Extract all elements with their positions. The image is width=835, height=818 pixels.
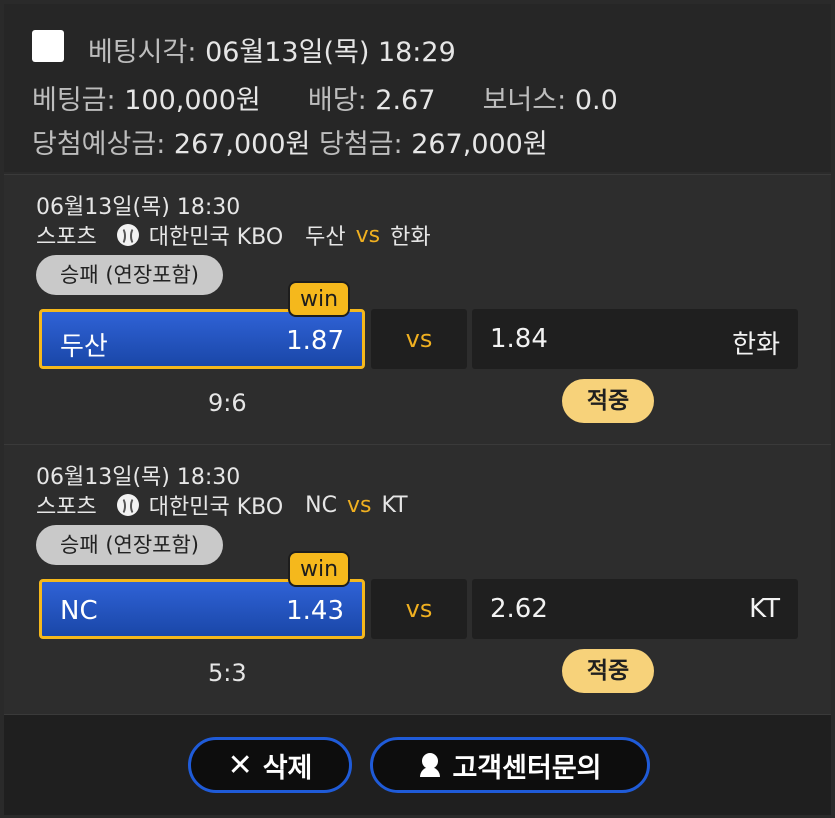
match-datetime: 06월13일(목) 18:30 bbox=[36, 195, 241, 220]
match-score: 9:6 bbox=[208, 389, 247, 417]
support-label: 고객센터문의 bbox=[452, 752, 602, 784]
bonus-label: 보너스: bbox=[482, 85, 567, 116]
away-pick-button[interactable]: 1.84 한화 bbox=[472, 309, 798, 369]
home-team-label: 두산 bbox=[305, 225, 346, 250]
league-label: 대한민국 KBO bbox=[148, 225, 284, 250]
away-odds: 1.84 bbox=[490, 324, 548, 354]
win-badge: win bbox=[288, 281, 350, 317]
result-badge: 적중 bbox=[562, 649, 654, 693]
stake-row: 베팅금: 100,000원 배당: 2.67 보너스: 0.0 bbox=[32, 78, 618, 117]
match-datetime: 06월13일(목) 18:30 bbox=[36, 465, 241, 490]
bet-time-label: 베팅시각: bbox=[88, 37, 197, 68]
win-badge: win bbox=[288, 551, 350, 587]
home-team-name: 두산 bbox=[60, 332, 108, 362]
won-label: 당첨금: bbox=[318, 129, 403, 160]
close-icon: ✕ bbox=[227, 747, 253, 783]
vs-label: vs bbox=[346, 492, 372, 518]
match-card: 06월13일(목) 18:30 스포츠 대한민국 KBO NC vs KT 승패… bbox=[4, 444, 831, 717]
market-badge: 승패 (연장포함) bbox=[36, 255, 223, 295]
odds-label: 배당: bbox=[307, 85, 367, 116]
select-checkbox[interactable] bbox=[32, 30, 64, 62]
bet-slip: 베팅시각: 06월13일(목) 18:29 베팅금: 100,000원 배당: … bbox=[4, 4, 831, 815]
match-score: 5:3 bbox=[208, 659, 247, 687]
odds-value: 2.67 bbox=[375, 85, 436, 116]
bet-time-value: 06월13일(목) 18:29 bbox=[205, 37, 456, 68]
home-odds: 1.87 bbox=[286, 326, 344, 356]
vs-box: vs bbox=[371, 309, 467, 369]
sport-label: 스포츠 bbox=[36, 225, 97, 250]
delete-button[interactable]: ✕ 삭제 bbox=[188, 737, 352, 793]
away-team-label: 한화 bbox=[390, 225, 431, 250]
vs-box: vs bbox=[371, 579, 467, 639]
stake-value: 100,000원 bbox=[124, 85, 261, 116]
home-pick-button[interactable]: 두산 1.87 bbox=[39, 309, 365, 369]
away-pick-button[interactable]: 2.62 KT bbox=[472, 579, 798, 639]
market-badge: 승패 (연장포함) bbox=[36, 525, 223, 565]
won-value: 267,000원 bbox=[411, 129, 548, 160]
delete-label: 삭제 bbox=[262, 752, 313, 784]
home-team-label: NC bbox=[305, 492, 337, 518]
action-bar: ✕ 삭제 고객센터문의 bbox=[4, 714, 831, 815]
home-odds: 1.43 bbox=[286, 596, 344, 626]
result-badge: 적중 bbox=[562, 379, 654, 423]
bet-summary: 베팅시각: 06월13일(목) 18:29 베팅금: 100,000원 배당: … bbox=[4, 4, 831, 172]
expected-label: 당첨예상금: bbox=[32, 129, 166, 160]
baseball-icon bbox=[116, 494, 139, 516]
league-label: 대한민국 KBO bbox=[148, 495, 284, 520]
customer-support-button[interactable]: 고객센터문의 bbox=[370, 737, 650, 793]
payout-row: 당첨예상금: 267,000원 당첨금: 267,000원 bbox=[32, 122, 548, 161]
sport-label: 스포츠 bbox=[36, 495, 97, 520]
away-team-name: 한화 bbox=[732, 330, 780, 360]
baseball-icon bbox=[116, 224, 139, 246]
match-league-line: 스포츠 대한민국 KBO 두산 vs 한화 bbox=[36, 219, 431, 251]
match-card: 06월13일(목) 18:30 스포츠 대한민국 KBO 두산 vs 한화 승패… bbox=[4, 174, 831, 447]
stake-label: 베팅금: bbox=[32, 85, 116, 116]
headset-icon bbox=[418, 753, 442, 777]
away-team-label: KT bbox=[381, 492, 408, 518]
bet-time-row: 베팅시각: 06월13일(목) 18:29 bbox=[88, 30, 456, 69]
away-odds: 2.62 bbox=[490, 594, 548, 624]
vs-label: vs bbox=[355, 222, 381, 248]
away-team-name: KT bbox=[749, 594, 780, 624]
match-league-line: 스포츠 대한민국 KBO NC vs KT bbox=[36, 489, 408, 521]
bonus-value: 0.0 bbox=[574, 85, 618, 116]
home-pick-button[interactable]: NC 1.43 bbox=[39, 579, 365, 639]
home-team-name: NC bbox=[60, 596, 98, 626]
expected-value: 267,000원 bbox=[173, 129, 311, 160]
